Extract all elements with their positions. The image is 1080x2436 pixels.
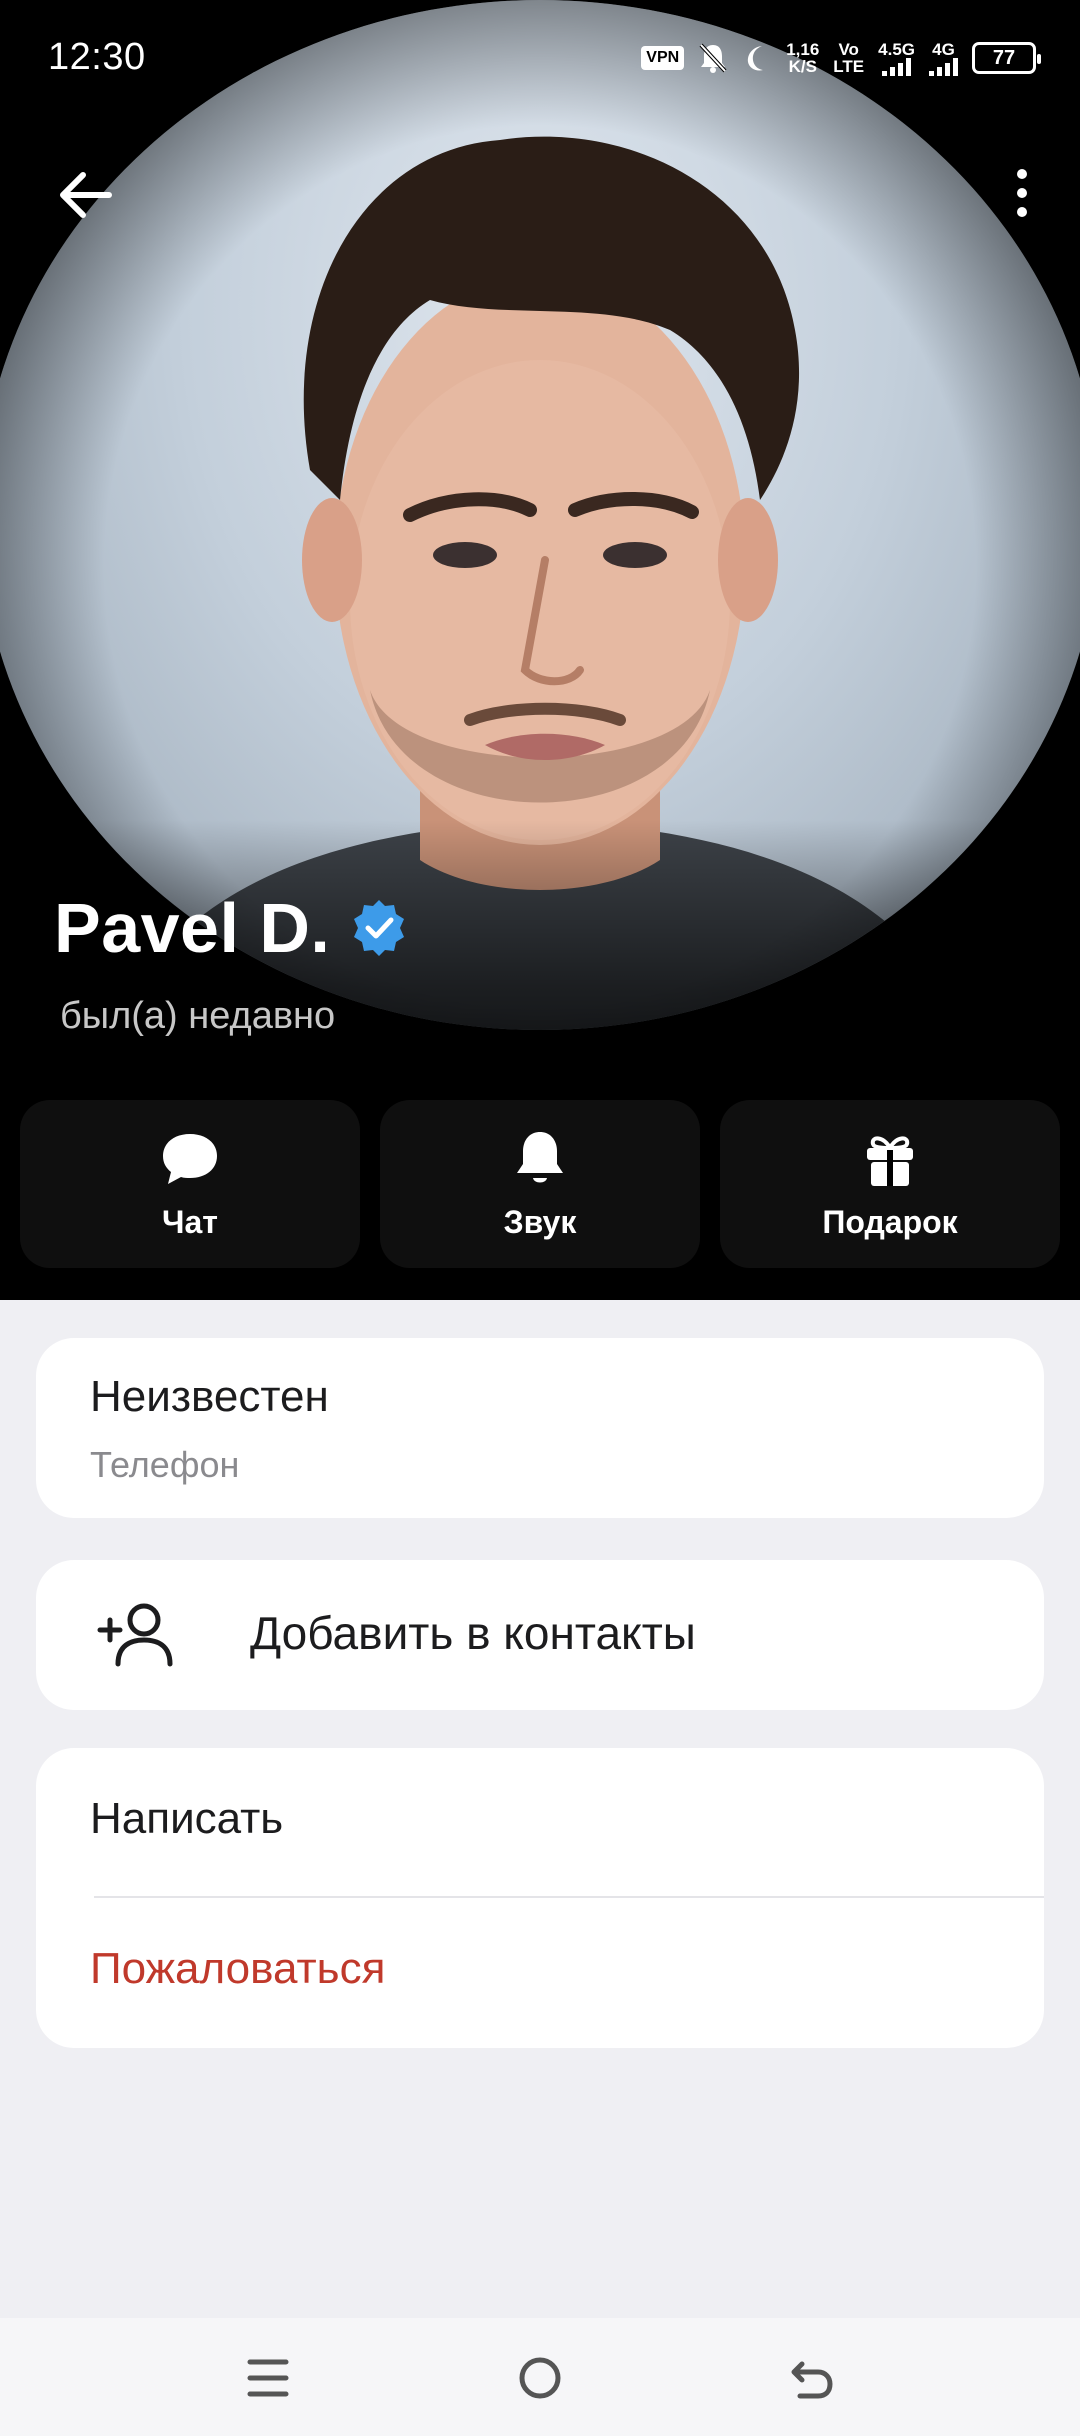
chat-label: Чат	[162, 1203, 218, 1240]
sound-label: Звук	[503, 1203, 577, 1240]
muted-bell-icon	[699, 43, 727, 73]
signal-bars-icon	[929, 57, 958, 76]
back-icon	[791, 2361, 833, 2399]
profile-header: 12:30 VPN 1,16 K/S Vo LTE 4.5G 4G 77 Pav…	[0, 0, 1080, 1300]
profile-name: Pavel D.	[54, 889, 331, 967]
speed-unit: K/S	[788, 57, 817, 76]
battery-icon: 77	[972, 42, 1041, 74]
volte-top: Vo	[838, 40, 859, 59]
system-back-button[interactable]	[780, 2346, 844, 2410]
status-time: 12:30	[48, 36, 146, 78]
arrow-left-icon	[60, 172, 112, 218]
dot-icon	[1017, 169, 1027, 179]
gift-button[interactable]: Подарок	[720, 1100, 1060, 1268]
moon-icon	[748, 46, 764, 71]
battery-level: 77	[992, 46, 1016, 69]
sound-button[interactable]: Звук	[380, 1100, 700, 1268]
network-label-1: 4.5G	[878, 39, 915, 59]
phone-label: Телефон	[90, 1444, 240, 1485]
speed-value: 1,16	[786, 40, 820, 59]
verified-badge-icon[interactable]	[348, 897, 410, 959]
profile-menu-card: Написать Пожаловаться	[36, 1748, 1044, 2048]
profile-name-row: Pavel D.	[54, 888, 410, 968]
phone-card[interactable]: Неизвестен Телефон	[36, 1338, 1044, 1518]
last-seen-status: был(а) недавно	[60, 995, 336, 1037]
chat-button[interactable]: Чат	[20, 1100, 360, 1268]
divider	[94, 1896, 1044, 1898]
dot-icon	[1017, 207, 1027, 217]
phone-value: Неизвестен	[90, 1372, 329, 1421]
report-item[interactable]: Пожаловаться	[90, 1944, 385, 1994]
network-label-2: 4G	[932, 39, 955, 59]
recent-apps-button[interactable]	[236, 2346, 300, 2410]
write-message-item[interactable]: Написать	[90, 1794, 283, 1844]
network-speed: 1,16 K/S	[786, 41, 819, 75]
volte-indicator: Vo LTE	[833, 41, 864, 75]
volte-bottom: LTE	[833, 57, 865, 76]
menu-icon	[247, 2359, 289, 2397]
chat-bubble-icon	[163, 1133, 217, 1184]
status-icons: VPN 1,16 K/S Vo LTE 4.5G 4G 77	[641, 38, 1041, 78]
home-button[interactable]	[508, 2346, 572, 2410]
home-icon	[519, 2357, 561, 2399]
action-buttons: Чат Звук Подарок	[0, 1100, 1080, 1268]
network-type-1: 4.5G	[878, 41, 915, 76]
status-bar: 12:30 VPN 1,16 K/S Vo LTE 4.5G 4G 77	[0, 0, 1080, 120]
bell-icon	[517, 1131, 563, 1182]
more-options-button[interactable]	[992, 158, 1052, 228]
add-contact-label: Добавить в контакты	[250, 1607, 696, 1659]
add-person-icon	[97, 1603, 173, 1667]
vpn-icon: VPN	[641, 46, 685, 70]
network-type-2: 4G	[929, 41, 958, 76]
signal-bars-icon	[882, 57, 912, 76]
gift-label: Подарок	[822, 1203, 958, 1240]
add-contact-button[interactable]: Добавить в контакты	[36, 1560, 1044, 1710]
back-button[interactable]	[50, 160, 120, 230]
gift-icon	[867, 1136, 913, 1186]
system-navbar	[0, 2318, 1080, 2436]
dot-icon	[1017, 188, 1027, 198]
